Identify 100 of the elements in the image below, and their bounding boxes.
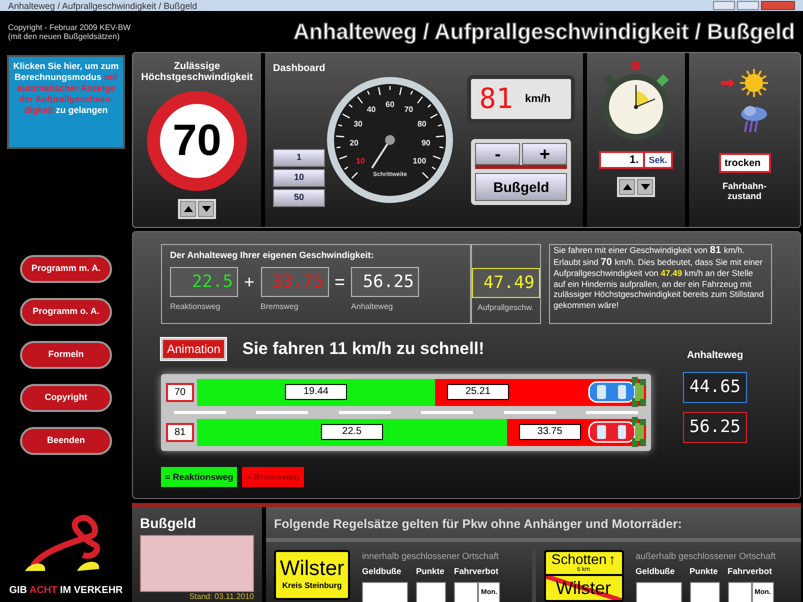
tick-label: 100 (413, 156, 426, 166)
section-title: Dashboard (273, 62, 326, 76)
menu-button[interactable]: Programm o. A. (20, 298, 112, 326)
sun-icon (738, 68, 768, 98)
tractor-icon (632, 416, 646, 446)
fine-button[interactable]: Bußgeld (475, 173, 568, 201)
seconds-unit: Sek. (644, 151, 674, 169)
value-display: 22.5 (170, 266, 238, 296)
tick-label: 10 (356, 156, 366, 166)
stopwatch-icon (601, 61, 671, 143)
date-text: Stand: 03.11.2010 (189, 592, 254, 602)
menu-button[interactable]: Beenden (20, 427, 112, 455)
increase-button[interactable] (180, 201, 196, 217)
panel-title: Bußgeld (140, 515, 197, 531)
decrease-button[interactable] (637, 179, 653, 195)
step-button[interactable]: 50 (273, 189, 325, 207)
area-label: innerhalb geschlossener Ortschaft (362, 550, 500, 563)
value-label: Anhalteweg (351, 300, 394, 312)
column-header: Geldbuße (636, 565, 676, 578)
copyright-text: Copyright - Februar 2009 KEV-BW (8, 22, 131, 32)
value-display: 56.25 (351, 266, 420, 296)
input-field[interactable] (454, 582, 478, 602)
rain-cloud-icon (738, 104, 768, 134)
value-label: Bremsweg (260, 300, 300, 312)
speed-adjust-button[interactable]: - (475, 143, 520, 165)
window-title: Anhalteweg / Aufprallgeschwindigkeit / Bußgeld (8, 0, 198, 10)
triangle-up-icon (184, 206, 192, 212)
tractor-icon (632, 376, 646, 406)
animation-button[interactable]: Animation (161, 338, 226, 360)
speed-limit-label: 81 (166, 422, 194, 442)
maximize-button[interactable] (737, 1, 759, 10)
operator: + (244, 270, 255, 294)
column-header: Fahrverbot (728, 565, 773, 578)
tick-label: 60 (386, 100, 395, 109)
input-field[interactable] (728, 582, 752, 602)
stopping-distance-display: 56.25 (683, 412, 747, 443)
legend-item: = Reaktionsweg (161, 466, 238, 486)
box-title: Der Anhalteweg Ihrer eigenen Geschwindigkeit: (170, 249, 375, 262)
stopping-distance-display: 44.65 (683, 372, 747, 403)
menu-button[interactable]: Formeln (20, 341, 112, 369)
value-label: Aufprallgeschw. (478, 302, 534, 314)
column-header: Punkte (690, 565, 719, 578)
car-icon (588, 420, 636, 444)
step-button[interactable]: 10 (273, 169, 325, 187)
operator: = (334, 270, 346, 294)
app-title: Anhalteweg / Aufprallgeschwindigkeit / Bußgeld (293, 18, 795, 46)
arrow-right-icon (720, 78, 734, 88)
menu-button[interactable]: Copyright (20, 384, 112, 412)
input-field[interactable] (362, 582, 408, 602)
speed-limit-sign: 70 (147, 91, 247, 191)
tick-label: 30 (354, 119, 363, 128)
speed-adjust-button[interactable]: + (522, 143, 568, 165)
town-name: Wilster (280, 558, 344, 580)
triangle-down-icon (640, 184, 650, 190)
section-title: Zulässige Höchstgeschwindigkeit (140, 61, 254, 83)
tick-label: 40 (367, 105, 376, 114)
close-button[interactable] (761, 1, 795, 10)
input-field[interactable] (690, 582, 720, 602)
panel-title: Folgende Regelsätze gelten für Pkw ohne Anhänger und Motorräder: (266, 507, 801, 542)
area-label: außerhalb geschlossener Ortschaft (636, 550, 776, 563)
calculation-mode-hint[interactable]: Klicken Sie hier, um zum Berechnungsmodus mit automatischer Anzeige der Aufprallgeschwin-digkeit zu gelangen (7, 55, 125, 149)
speed-unit: km/h (524, 92, 551, 107)
decrease-button[interactable] (198, 201, 214, 217)
logo-text: GIB ACHT IM VERKEHR (9, 584, 123, 598)
road-condition-field[interactable]: trocken (718, 153, 770, 173)
tick-label: 80 (418, 119, 427, 128)
value-label: Reaktionsweg (170, 300, 222, 312)
district-name: Kreis Steinburg (282, 580, 342, 592)
column-header: Punkte (416, 565, 446, 578)
triangle-down-icon (202, 206, 210, 212)
tick-label: 90 (422, 138, 431, 148)
distance-value: 33.75 (518, 424, 581, 440)
speed-limit-label: 70 (166, 382, 194, 402)
tick-label: 70 (404, 105, 414, 114)
speed-value: 81 (479, 81, 513, 117)
copyright-note: (mit den neuen Bußgeldsätzen) (8, 32, 121, 40)
increase-button[interactable] (619, 179, 635, 195)
field-label: Fahrbahn-zustand (722, 181, 768, 201)
distance-value: 25.21 (446, 384, 509, 400)
distance-value: 22.5 (320, 424, 383, 440)
step-button[interactable]: 1 (273, 149, 325, 167)
menu-button[interactable]: Programm m. A. (20, 255, 112, 283)
minimize-button[interactable] (713, 1, 735, 10)
tick-label: 20 (350, 138, 359, 148)
column-title: Anhalteweg (686, 349, 744, 363)
value-display: 33.75 (260, 266, 329, 296)
input-field[interactable] (636, 582, 682, 602)
input-field[interactable] (416, 582, 446, 602)
value-display: 47.49 (472, 268, 540, 298)
column-header: Fahrverbot (454, 565, 500, 578)
reaction-time-field[interactable]: 1. (598, 151, 645, 169)
distance-value: 19.44 (284, 384, 347, 400)
direction-arrow: ↑ (608, 552, 616, 567)
car-icon (588, 380, 636, 404)
town-name: Schotten (551, 552, 607, 567)
triangle-up-icon (622, 184, 632, 190)
explanation-text: Sie fahren mit einer Geschwindigkeit von 81 km/h. Erlaubt sind 70 km/h. Dies bedeutet, dass Sie mit einer Aufprallgeschwindigkeit von 47.49 km/h an der Stelle auf ein Hindernis aufprallen, an der ein Fahrzeug mit zulässiger Höchstgeschwindigkeit bereits zum Stillstand gekommen wäre! (548, 244, 772, 324)
column-header: Geldbuße (362, 565, 402, 578)
speed-warning: Sie fahren 11 km/h zu schnell! (242, 338, 484, 360)
legend-item: = Bremsweg (242, 466, 304, 486)
